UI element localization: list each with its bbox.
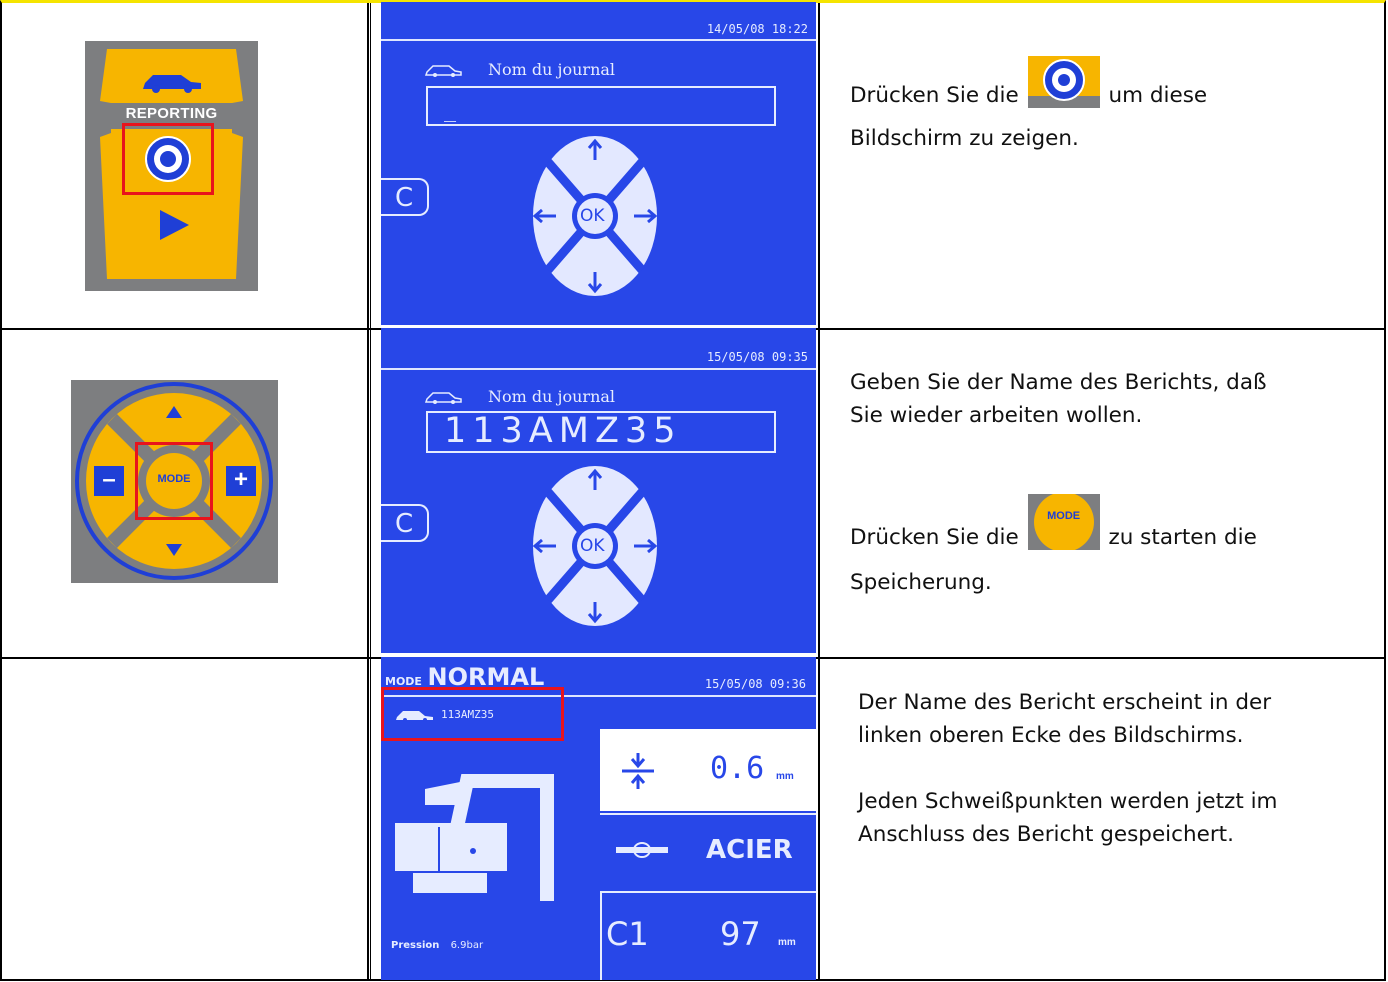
name-input[interactable]: 113AMZ35 — [426, 411, 776, 453]
screen-datetime: 14/05/08 18:22 — [706, 22, 808, 36]
direction-pad[interactable]: OK — [530, 134, 660, 298]
back-key[interactable]: C — [381, 178, 429, 216]
car-icon — [424, 63, 463, 82]
record-button-icon — [1027, 56, 1100, 108]
arm-box: C1 97 mm — [600, 891, 816, 980]
record-button[interactable] — [122, 123, 214, 195]
play-icon[interactable] — [157, 208, 191, 247]
screen-header-rule — [381, 39, 816, 41]
ok-key[interactable]: OK — [580, 536, 605, 556]
ok-key[interactable]: OK — [580, 206, 605, 226]
field-label: Nom du journal — [488, 387, 616, 406]
machine-screen: MODE NORMAL 15/05/08 09:36 113AMZ35 Pres… — [381, 657, 816, 980]
material-box: ACIER — [600, 813, 816, 891]
thickness-icon — [622, 753, 654, 789]
minus-icon[interactable]: – — [94, 466, 124, 496]
back-key[interactable]: C — [381, 504, 429, 542]
screen-datetime: 15/05/08 09:36 — [704, 677, 806, 691]
mode-keypad-photo: – + MODE — [71, 380, 278, 583]
car-icon — [395, 708, 435, 727]
machine-screen: 15/05/08 09:35 Nom du journal 113AMZ35 C… — [381, 328, 816, 653]
column-divider — [818, 3, 820, 979]
material-icon — [616, 842, 668, 858]
screen-datetime: 15/05/08 09:35 — [706, 350, 808, 364]
screen-header-rule — [381, 368, 816, 370]
car-icon — [139, 69, 205, 98]
machine-screen: 14/05/08 18:22 Nom du journal _ C OK — [381, 2, 816, 325]
plus-icon[interactable]: + — [226, 466, 256, 496]
mode-button[interactable]: MODE — [135, 442, 213, 520]
row2-instruction: Geben Sie der Name des Berichts, daß Sie… — [850, 370, 1267, 595]
panel-label: REPORTING — [125, 105, 218, 122]
row3-instruction: Der Name des Bericht erscheint in der li… — [858, 690, 1278, 847]
row1-instruction: Drücken Sie die um diese Bildschirm zu z… — [850, 56, 1370, 155]
reporting-panel-photo: REPORTING — [85, 41, 258, 291]
mode-button-icon: MODE — [1027, 492, 1100, 552]
car-icon — [424, 390, 463, 409]
field-label: Nom du journal — [488, 60, 616, 79]
tool-illustration — [395, 769, 565, 906]
pressure-readout: Pression 6.9bar — [391, 940, 484, 951]
name-input[interactable]: _ — [426, 86, 776, 126]
column-divider-double — [370, 3, 371, 979]
direction-pad[interactable]: OK — [530, 464, 660, 628]
report-name: 113AMZ35 — [441, 708, 494, 721]
thickness-box: 0.6 mm — [600, 729, 816, 811]
column-divider — [367, 3, 369, 979]
